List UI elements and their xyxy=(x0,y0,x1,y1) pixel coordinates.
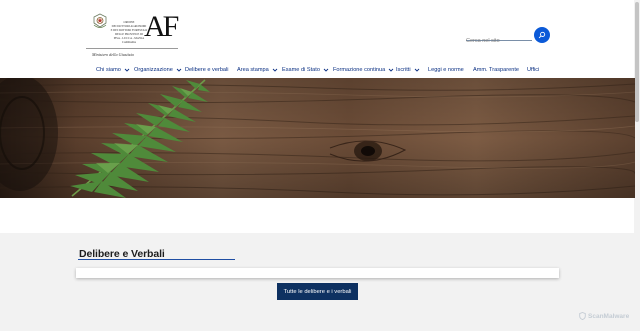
chevron-down-icon xyxy=(388,68,394,72)
nav-item-esame-di-stato[interactable]: Esame di Stato xyxy=(282,65,329,75)
logo-org-name: ORDINE DEI DOTTORI AGRONOMI E DEI DOTTOR… xyxy=(110,20,148,44)
nav-item-iscritti[interactable]: Iscritti xyxy=(396,65,420,75)
scrollbar-thumb[interactable] xyxy=(635,2,639,122)
logo-divider xyxy=(86,48,178,49)
search-icon xyxy=(538,31,546,39)
nav-item-label: Leggi e norme xyxy=(428,67,464,73)
chevron-down-icon xyxy=(323,68,329,72)
nav-item-label: Iscritti xyxy=(396,67,411,73)
watermark-text: ScanMalware xyxy=(588,312,630,320)
shield-icon xyxy=(579,312,586,320)
nav-item-label: Area stampa xyxy=(237,67,269,73)
main-nav: Chi siamo Organizzazione Delibere e verb… xyxy=(0,65,640,75)
chevron-down-icon xyxy=(414,68,419,72)
site-logo[interactable]: ORDINE DEI DOTTORI AGRONOMI E DEI DOTTOR… xyxy=(86,10,181,60)
hero-banner xyxy=(0,78,635,198)
section-title-underline xyxy=(78,259,235,260)
scanmalware-watermark: ScanMalware xyxy=(579,312,629,320)
nav-item-delibere-e-verbali[interactable]: Delibere e verbali xyxy=(185,65,229,75)
fern-on-wood-illustration xyxy=(0,78,635,198)
chevron-down-icon xyxy=(272,68,278,72)
nav-item-formazione-continua[interactable]: Formazione continua xyxy=(333,65,394,75)
nav-item-label: Delibere e verbali xyxy=(185,67,229,73)
nav-item-label: Chi siamo xyxy=(96,67,121,73)
republic-emblem-icon xyxy=(93,13,107,28)
chevron-down-icon xyxy=(124,68,130,72)
nav-item-leggi-e-norme[interactable]: Leggi e norme xyxy=(428,65,464,75)
nav-item-label: Organizzazione xyxy=(134,67,173,73)
logo-af-mark: AF xyxy=(144,10,179,43)
search-field[interactable] xyxy=(466,29,532,47)
nav-item-chi-siamo[interactable]: Chi siamo xyxy=(96,65,130,75)
nav-item-label: Formazione continua xyxy=(333,67,386,73)
chevron-down-icon xyxy=(176,68,182,72)
search-button[interactable] xyxy=(534,27,550,43)
delibere-list-card xyxy=(76,268,559,278)
nav-item-label: Uffici xyxy=(527,67,540,73)
nav-item-uffici[interactable]: Uffici xyxy=(527,65,539,75)
nav-item-area-stampa[interactable]: Area stampa xyxy=(237,65,278,75)
search-input[interactable] xyxy=(466,35,532,47)
nav-item-label: Esame di Stato xyxy=(282,67,320,73)
all-delibere-button[interactable]: Tutte le delibere e i verbali xyxy=(277,283,358,300)
ministry-label: Ministero della Giustizia xyxy=(92,52,134,57)
nav-item-amm-trasparente[interactable]: Amm. Trasparente xyxy=(473,65,519,75)
nav-item-organizzazione[interactable]: Organizzazione xyxy=(134,65,182,75)
nav-item-label: Amm. Trasparente xyxy=(473,67,520,73)
